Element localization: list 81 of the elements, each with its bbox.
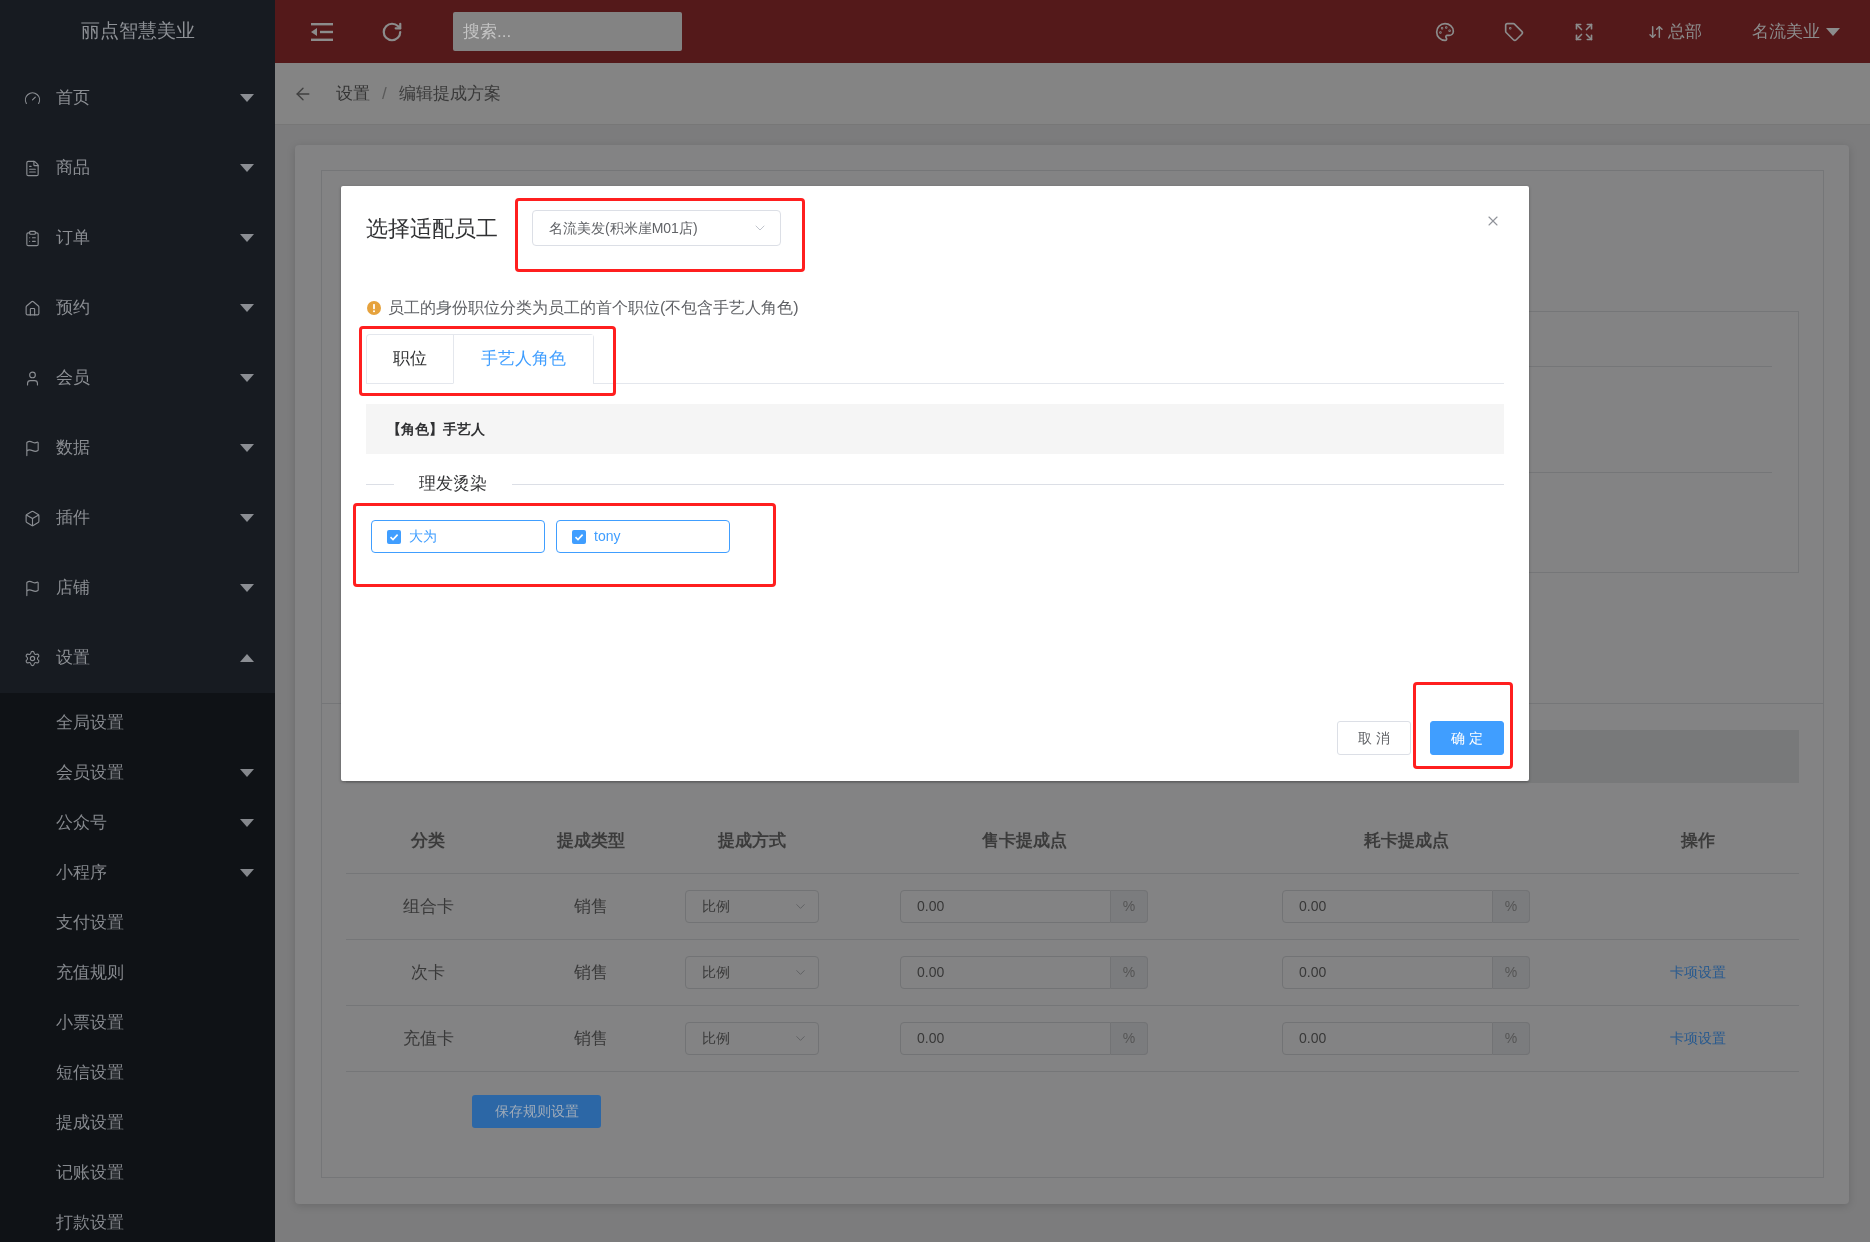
column-header: 售卡提成点	[981, 829, 1067, 852]
clipboard-icon	[24, 229, 41, 247]
table-cell-text: 销售	[574, 1027, 608, 1050]
column-header: 分类	[411, 829, 445, 852]
warning-icon	[367, 301, 381, 315]
column-header: 耗卡提成点	[1363, 829, 1449, 852]
rate-input[interactable]: 0.00	[1282, 1022, 1493, 1055]
arrows-up-down-icon	[1648, 23, 1664, 40]
table-cell-text: 销售	[574, 961, 608, 984]
document-icon	[24, 159, 41, 177]
sidebar-item[interactable]: 设置	[0, 623, 275, 693]
submenu-item[interactable]: 会员设置	[0, 748, 275, 798]
table-cell-text: 次卡	[411, 961, 445, 984]
brand-name: 丽点智慧美业	[80, 19, 195, 44]
unit-addon: %	[1111, 1022, 1148, 1055]
confirm-button[interactable]: 确 定	[1430, 721, 1504, 755]
user-icon	[24, 369, 41, 387]
role-header: 【角色】手艺人	[366, 404, 1504, 454]
table-cell-text: 组合卡	[402, 895, 454, 918]
fullscreen-icon[interactable]	[1574, 21, 1594, 42]
unit-addon: %	[1493, 890, 1530, 923]
store-select[interactable]: 名流美发(积米崖M01店)	[532, 210, 781, 246]
refresh-icon[interactable]	[381, 20, 403, 43]
sidebar-item[interactable]: 预约	[0, 273, 275, 343]
sidebar-item[interactable]: 店铺	[0, 553, 275, 623]
submenu-item[interactable]: 小票设置	[0, 998, 275, 1048]
staff-checkbox[interactable]: 大为	[371, 520, 545, 553]
submenu-item[interactable]: 公众号	[0, 798, 275, 848]
breadcrumb-link[interactable]: 设置	[336, 80, 370, 107]
submenu-item[interactable]: 充值规则	[0, 948, 275, 998]
submenu-item[interactable]: 小程序	[0, 848, 275, 898]
tab[interactable]: 手艺人角色	[453, 335, 593, 384]
table-cell-text: 充值卡	[402, 1027, 454, 1050]
submenu-item[interactable]: 打款设置	[0, 1198, 275, 1242]
breadcrumb-current: 编辑提成方案	[398, 82, 501, 105]
cube-icon	[24, 509, 41, 527]
method-select[interactable]: 比例	[685, 1022, 819, 1055]
group-title: 理发烫染	[419, 473, 487, 496]
method-select[interactable]: 比例	[685, 890, 819, 923]
sidebar-item[interactable]: 首页	[0, 63, 275, 133]
table-cell-text: 销售	[574, 895, 608, 918]
rate-input[interactable]: 0.00	[900, 1022, 1111, 1055]
submenu-item[interactable]: 短信设置	[0, 1048, 275, 1098]
staff-checkbox[interactable]: tony	[556, 520, 730, 553]
column-header: 操作	[1680, 829, 1715, 852]
breadcrumb-separator: /	[382, 82, 387, 105]
branch-switch-button[interactable]: 总部	[1648, 18, 1702, 45]
settings-icon	[24, 649, 41, 667]
sidebar-item[interactable]: 订单	[0, 203, 275, 273]
method-select[interactable]: 比例	[685, 956, 819, 989]
column-header: 提成类型	[557, 829, 625, 852]
rate-input[interactable]: 0.00	[900, 890, 1111, 923]
gauge-icon	[24, 89, 41, 107]
notice-text: 员工的身份职位分类为员工的首个职位(不包含手艺人角色)	[388, 298, 799, 318]
user-menu-button[interactable]: 名流美业	[1752, 18, 1840, 45]
sidebar-item[interactable]: 插件	[0, 483, 275, 553]
sidebar-item[interactable]: 商品	[0, 133, 275, 203]
unit-addon: %	[1493, 1022, 1530, 1055]
house-icon	[24, 299, 41, 317]
submenu-item[interactable]: 全局设置	[0, 698, 275, 748]
submenu-item[interactable]: 提成设置	[0, 1098, 275, 1148]
dialog-title: 选择适配员工	[366, 214, 498, 243]
unit-addon: %	[1111, 956, 1148, 989]
unit-addon: %	[1493, 956, 1530, 989]
flag-icon	[24, 439, 41, 457]
caret-down-icon	[1826, 27, 1840, 36]
column-header: 提成方式	[718, 829, 786, 852]
flag-icon	[24, 579, 41, 597]
palette-icon[interactable]	[1435, 21, 1455, 42]
rate-input[interactable]: 0.00	[900, 956, 1111, 989]
submenu-item[interactable]: 记账设置	[0, 1148, 275, 1198]
rate-input[interactable]: 0.00	[1282, 890, 1493, 923]
sidebar-item[interactable]: 会员	[0, 343, 275, 413]
cancel-button[interactable]: 取 消	[1337, 721, 1411, 755]
menu-icon[interactable]	[311, 22, 333, 41]
sidebar-item[interactable]: 数据	[0, 413, 275, 483]
search-field[interactable]: 搜索...	[453, 12, 682, 51]
unit-addon: %	[1111, 890, 1148, 923]
rate-input[interactable]: 0.00	[1282, 956, 1493, 989]
tag-icon[interactable]	[1504, 21, 1524, 42]
submenu-item[interactable]: 支付设置	[0, 898, 275, 948]
